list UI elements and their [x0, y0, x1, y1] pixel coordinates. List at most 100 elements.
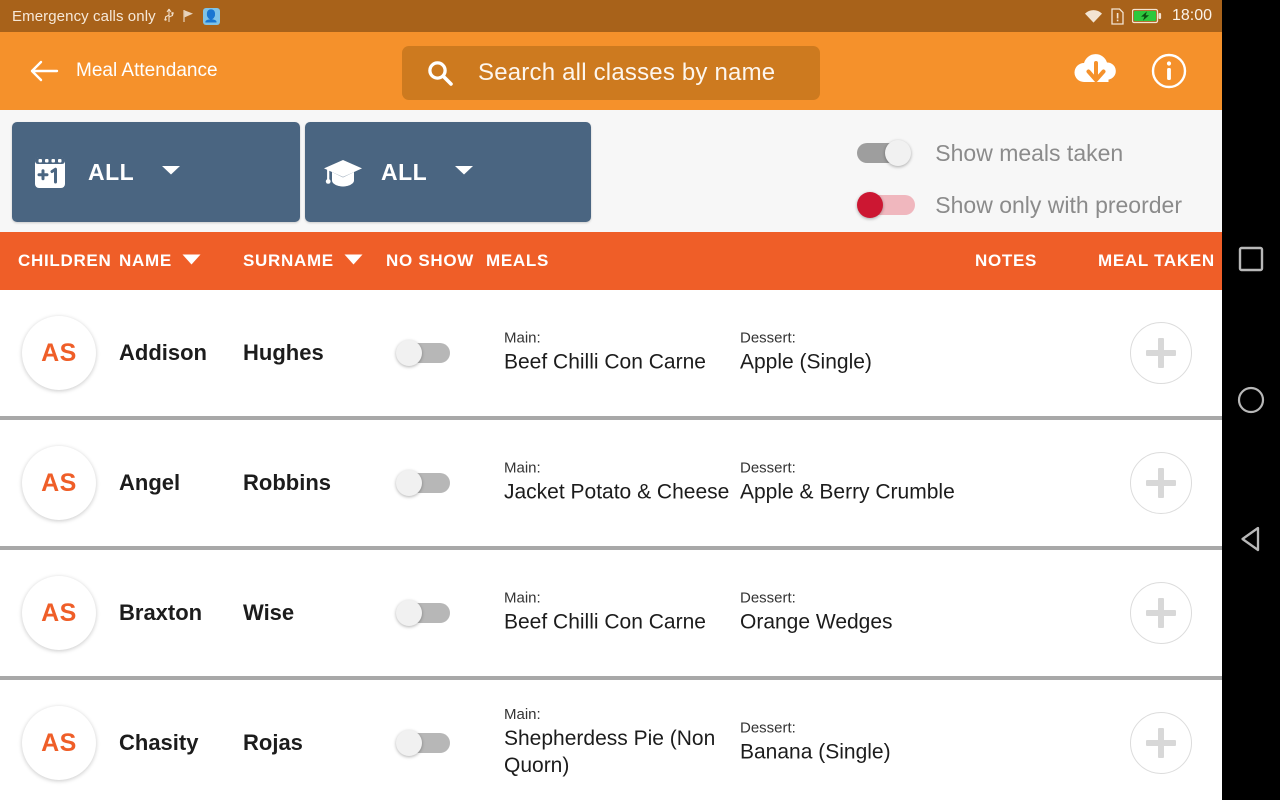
- meal-main-value: Beef Chilli Con Carne: [504, 350, 736, 377]
- back-button[interactable]: [16, 59, 72, 83]
- column-header-meals: MEALS: [486, 232, 549, 290]
- status-bar-clock: 18:00: [1172, 7, 1212, 25]
- row-name: Addison: [119, 340, 207, 366]
- flag-icon: [182, 8, 196, 24]
- sort-descending-triangle-icon: [181, 251, 202, 271]
- switch-knob: [396, 340, 422, 366]
- battery-charging-icon: [1132, 8, 1162, 24]
- attendance-list[interactable]: AS Addison Hughes Main: Beef Chilli Con …: [0, 290, 1222, 800]
- row-surname: Robbins: [243, 470, 331, 496]
- avatar: AS: [22, 316, 96, 390]
- meal-dessert-label: Dessert:: [740, 720, 975, 737]
- row-surname: Wise: [243, 600, 294, 626]
- column-header-surname[interactable]: SURNAME: [243, 232, 364, 290]
- meal-main-label: Main:: [504, 460, 736, 477]
- avatar: AS: [22, 446, 96, 520]
- column-header-no-show: NO SHOW: [386, 232, 474, 290]
- meal-dessert-label: Dessert:: [740, 330, 975, 347]
- show-only-with-preorder-switch[interactable]: [857, 192, 915, 218]
- meal-dessert-value: Banana (Single): [740, 740, 975, 767]
- no-show-switch[interactable]: [396, 600, 450, 626]
- android-status-bar: Emergency calls only 👤: [0, 0, 1222, 32]
- carrier-status-text: Emergency calls only: [12, 8, 156, 25]
- no-show-switch[interactable]: [396, 340, 450, 366]
- page-title: Meal Attendance: [76, 60, 218, 82]
- avatar: AS: [22, 576, 96, 650]
- meal-main: Main: Beef Chilli Con Carne: [504, 330, 736, 377]
- row-name: Angel: [119, 470, 180, 496]
- meal-dessert: Dessert: Banana (Single): [740, 720, 975, 767]
- plus-icon: [1158, 468, 1164, 498]
- add-meal-taken-button[interactable]: [1130, 582, 1192, 644]
- add-meal-taken-button[interactable]: [1130, 322, 1192, 384]
- meal-dessert: Dessert: Apple & Berry Crumble: [740, 460, 975, 507]
- app-notification-icon: 👤: [203, 8, 220, 25]
- add-meal-taken-button[interactable]: [1130, 452, 1192, 514]
- status-bar-left: Emergency calls only 👤: [12, 8, 1084, 25]
- table-row[interactable]: AS Addison Hughes Main: Beef Chilli Con …: [0, 290, 1222, 420]
- circle-home-icon: [1237, 386, 1265, 414]
- plus-icon: [1158, 598, 1164, 628]
- meal-main-label: Main:: [504, 330, 736, 347]
- class-filter-dropdown[interactable]: ALL: [12, 122, 300, 222]
- meal-dessert-value: Orange Wedges: [740, 610, 975, 637]
- plus-icon: [1158, 338, 1164, 368]
- column-header-surname-label: SURNAME: [243, 251, 334, 271]
- sim-alert-icon: [1111, 8, 1124, 25]
- show-meals-taken-label: Show meals taken: [935, 140, 1123, 167]
- no-show-switch[interactable]: [396, 730, 450, 756]
- show-meals-taken-toggle[interactable]: Show meals taken: [857, 128, 1182, 178]
- column-header-meal-taken-label: MEAL TAKEN: [1098, 251, 1215, 271]
- table-row[interactable]: AS Braxton Wise Main: Beef Chilli Con Ca…: [0, 550, 1222, 680]
- column-header-notes: NOTES: [975, 232, 1037, 290]
- device-screen: Emergency calls only 👤: [0, 0, 1280, 800]
- cloud-download-icon[interactable]: [1070, 50, 1122, 92]
- filter-bar: ALL ALL: [0, 110, 1222, 232]
- meal-main-label: Main:: [504, 590, 736, 607]
- wifi-icon: [1084, 9, 1103, 24]
- calendar-plus-one-icon: [12, 151, 88, 193]
- table-row[interactable]: AS Chasity Rojas Main: Shepherdess Pie (…: [0, 680, 1222, 800]
- android-navigation-bar: [1222, 0, 1280, 800]
- search-placeholder-text: Search all classes by name: [478, 59, 775, 87]
- show-meals-taken-switch[interactable]: [857, 140, 915, 166]
- switch-knob: [396, 470, 422, 496]
- column-header-no-show-label: NO SHOW: [386, 251, 474, 271]
- row-name: Chasity: [119, 730, 198, 756]
- row-surname: Hughes: [243, 340, 324, 366]
- usb-icon: [163, 8, 175, 24]
- meal-main-value: Beef Chilli Con Carne: [504, 610, 736, 637]
- recents-button[interactable]: [1222, 230, 1280, 288]
- table-header: CHILDREN NAME SURNAME NO SHOW MEALS NOTE…: [0, 232, 1222, 290]
- toggle-group: Show meals taken Show only with preorder: [857, 128, 1182, 230]
- meal-dessert: Dessert: Orange Wedges: [740, 590, 975, 637]
- search-field[interactable]: Search all classes by name: [402, 46, 820, 100]
- meal-main: Main: Jacket Potato & Cheese: [504, 460, 736, 507]
- meal-main: Main: Shepherdess Pie (Non Quorn): [504, 706, 736, 780]
- meal-dessert-value: Apple (Single): [740, 350, 975, 377]
- meal-main-value: Shepherdess Pie (Non Quorn): [504, 726, 736, 780]
- app-bar: Meal Attendance Search all classes by na…: [0, 32, 1222, 110]
- row-surname: Rojas: [243, 730, 303, 756]
- switch-knob: [885, 140, 911, 166]
- avatar: AS: [22, 706, 96, 780]
- no-show-switch[interactable]: [396, 470, 450, 496]
- column-header-notes-label: NOTES: [975, 251, 1037, 271]
- show-only-with-preorder-label: Show only with preorder: [935, 192, 1182, 219]
- app-bar-actions: [1070, 32, 1222, 110]
- year-filter-dropdown[interactable]: ALL: [305, 122, 591, 222]
- status-bar-right: 18:00: [1084, 7, 1212, 25]
- table-row[interactable]: AS Angel Robbins Main: Jacket Potato & C…: [0, 420, 1222, 550]
- show-only-with-preorder-toggle[interactable]: Show only with preorder: [857, 180, 1182, 230]
- home-button[interactable]: [1222, 371, 1280, 429]
- meal-dessert-label: Dessert:: [740, 590, 975, 607]
- info-icon[interactable]: [1150, 52, 1188, 90]
- column-header-meal-taken: MEAL TAKEN: [1098, 232, 1215, 290]
- back-nav-button[interactable]: [1222, 510, 1280, 568]
- column-header-name[interactable]: NAME: [119, 232, 202, 290]
- switch-knob: [396, 730, 422, 756]
- add-meal-taken-button[interactable]: [1130, 712, 1192, 774]
- column-header-children: CHILDREN: [18, 232, 111, 290]
- meal-main: Main: Beef Chilli Con Carne: [504, 590, 736, 637]
- search-icon: [402, 58, 478, 88]
